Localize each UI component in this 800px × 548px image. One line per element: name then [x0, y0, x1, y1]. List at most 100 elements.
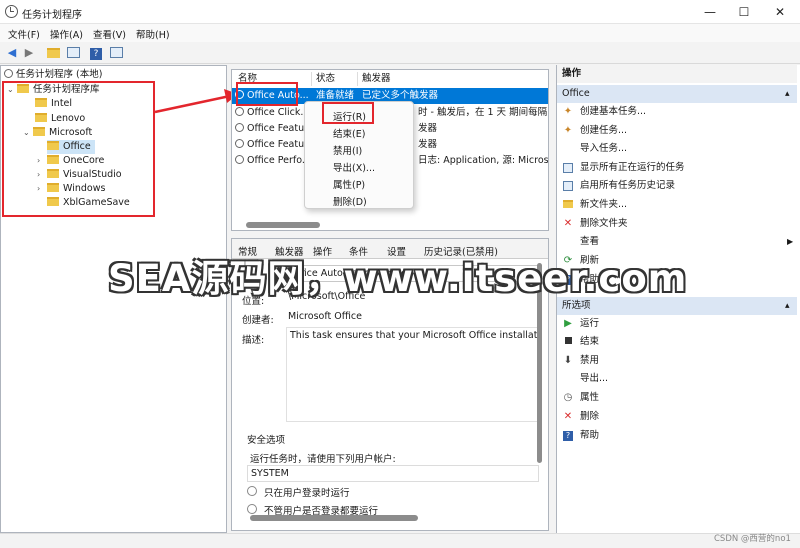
action-help-selected[interactable]: ? 帮助 — [557, 427, 797, 445]
option-logged-on-only-label: 只在用户登录时运行 — [264, 488, 350, 499]
action-end[interactable]: 结束 — [557, 333, 797, 351]
column-header-trigger[interactable]: 触发器 — [362, 70, 391, 87]
column-divider — [311, 72, 312, 86]
create-task-icon: ✦ — [563, 125, 573, 136]
show-hide-tree-icon[interactable] — [65, 45, 81, 60]
new-folder-icon — [563, 200, 573, 210]
action-label: 帮助 — [580, 430, 600, 441]
action-create-task[interactable]: ✦ 创建任务... — [557, 122, 797, 140]
task-icon — [235, 139, 244, 148]
action-import-task[interactable]: 导入任务... — [557, 140, 797, 158]
menu-item-disable[interactable]: 禁用(I) — [333, 143, 362, 157]
annotation-box-tree — [2, 81, 155, 217]
menu-help[interactable]: 帮助(H) — [136, 27, 170, 41]
security-options-title: 安全选项 — [247, 435, 286, 446]
action-delete-folder[interactable]: ✕ 删除文件夹 — [557, 215, 797, 233]
action-label: 删除 — [580, 411, 600, 422]
tree-root[interactable]: 任务计划程序 (本地) — [4, 68, 102, 82]
minimize-button[interactable]: — — [694, 0, 726, 24]
author-label: 创建者: — [242, 315, 274, 326]
action-label: 结束 — [580, 336, 600, 347]
menu-action[interactable]: 操作(A) — [50, 27, 83, 41]
tree-root-label: 任务计划程序 (本地) — [16, 69, 103, 80]
action-run[interactable]: ▶ 运行 — [557, 315, 797, 333]
action-label: 创建基本任务... — [580, 106, 647, 117]
forward-icon[interactable]: ▶ — [21, 45, 37, 60]
action-label: 创建任务... — [580, 125, 628, 136]
action-label: 启用所有任务历史记录 — [580, 180, 676, 191]
task-icon — [235, 155, 244, 164]
task-trigger: 时 - 触发后，在 1 天 期间每隔 1.0 — [418, 107, 548, 118]
run-icon: ▶ — [564, 318, 572, 329]
radio-logged-on-only[interactable] — [247, 486, 257, 496]
description-label: 描述: — [242, 335, 265, 346]
up-folder-icon[interactable] — [45, 45, 61, 60]
help-icon[interactable]: ? — [88, 45, 104, 60]
watermark: SEA源码网，www.itseer.com — [108, 257, 688, 300]
annotation-box-run — [322, 102, 374, 124]
task-name: Office Click... — [247, 107, 310, 118]
delete-icon: ✕ — [563, 411, 573, 422]
menu-view[interactable]: 查看(V) — [93, 27, 126, 41]
chevron-up-icon[interactable]: ▴ — [785, 85, 790, 103]
task-trigger: 发器 — [418, 139, 438, 150]
history-icon — [563, 181, 573, 191]
submenu-arrow-icon: ▶ — [787, 237, 794, 246]
back-icon[interactable]: ◀ — [4, 45, 20, 60]
action-create-basic-task[interactable]: ✦ 创建基本任务... — [557, 103, 797, 121]
delete-folder-icon: ✕ — [563, 218, 573, 229]
menu-file[interactable]: 文件(F) — [8, 27, 40, 41]
title-bar: 任务计划程序 — ☐ ✕ — [0, 0, 800, 24]
clock-icon — [4, 69, 13, 78]
task-trigger: 日志: Application, 源: Microsoft — [418, 155, 548, 166]
action-export[interactable]: 导出... — [557, 370, 797, 388]
action-label: 删除文件夹 — [580, 218, 628, 229]
action-label: 禁用 — [580, 355, 600, 366]
menu-item-end[interactable]: 结束(E) — [333, 126, 365, 140]
column-divider — [357, 72, 358, 86]
help-icon: ? — [563, 431, 573, 441]
chevron-up-icon[interactable]: ▴ — [785, 297, 790, 315]
action-new-folder[interactable]: 新文件夹... — [557, 196, 797, 214]
task-icon — [235, 123, 244, 132]
menu-item-properties[interactable]: 属性(P) — [333, 177, 365, 191]
action-show-running-tasks[interactable]: 显示所有正在运行的任务 — [557, 159, 797, 177]
horizontal-scrollbar-thumb[interactable] — [246, 222, 320, 228]
action-label: 新文件夹... — [580, 199, 628, 210]
section-office[interactable]: Office — [557, 85, 797, 103]
action-label: 属性 — [580, 392, 600, 403]
show-hide-action-pane-icon[interactable] — [108, 45, 124, 60]
status-bar — [0, 533, 800, 548]
task-icon — [235, 107, 244, 116]
action-delete[interactable]: ✕ 删除 — [557, 408, 797, 426]
create-basic-task-icon: ✦ — [563, 106, 573, 117]
properties-icon: ◷ — [563, 392, 573, 403]
annotation-box-task — [236, 82, 298, 106]
action-properties[interactable]: ◷ 属性 — [557, 389, 797, 407]
window-title: 任务计划程序 — [22, 10, 82, 21]
toolbar: ◀ ▶ ? — [0, 42, 800, 64]
task-trigger: 发器 — [418, 123, 438, 134]
action-label: 显示所有正在运行的任务 — [580, 162, 685, 173]
horizontal-scrollbar-thumb[interactable] — [250, 515, 418, 521]
running-tasks-icon — [563, 163, 573, 173]
task-name: Office Perfo... — [247, 155, 311, 166]
description-field[interactable]: This task ensures that your Microsoft Of… — [286, 327, 542, 422]
action-label: 运行 — [580, 318, 600, 329]
run-as-label: 运行任务时，请使用下列用户帐户: — [250, 454, 396, 465]
action-disable[interactable]: ⬇ 禁用 — [557, 352, 797, 370]
menu-item-export[interactable]: 导出(X)... — [333, 160, 375, 174]
maximize-button[interactable]: ☐ — [728, 0, 760, 24]
end-icon — [563, 337, 573, 347]
author-value: Microsoft Office — [288, 311, 362, 322]
run-as-user-field[interactable]: SYSTEM — [247, 465, 539, 482]
action-label: 导出... — [580, 373, 609, 384]
close-button[interactable]: ✕ — [764, 0, 796, 24]
action-label: 导入任务... — [580, 143, 628, 154]
task-scheduler-app-icon — [5, 5, 18, 18]
menu-bar: 文件(F) 操作(A) 查看(V) 帮助(H) — [0, 24, 800, 42]
radio-run-whether-logged-on[interactable] — [247, 504, 257, 514]
action-enable-history[interactable]: 启用所有任务历史记录 — [557, 177, 797, 195]
menu-item-delete[interactable]: 删除(D) — [333, 194, 367, 208]
column-header-status[interactable]: 状态 — [316, 70, 336, 87]
